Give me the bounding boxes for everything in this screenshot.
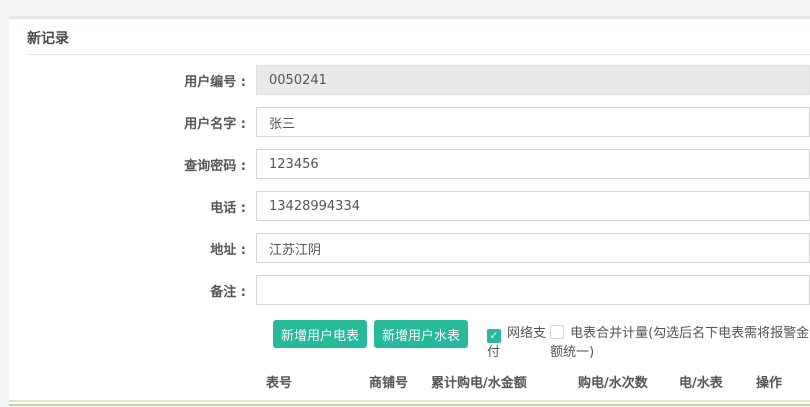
user-id-label: 用户编号 :	[9, 71, 246, 90]
user-name-field-wrap	[256, 107, 810, 137]
action-row: 新增用户电表 新增用户水表 ✓网络支付 电表合并计量(勾选后名下电表需将报警金额…	[273, 320, 810, 362]
remark-field-wrap	[256, 275, 810, 305]
user-name-field[interactable]	[256, 107, 810, 137]
phone-label: 电话 :	[9, 197, 246, 216]
query-password-label: 查询密码 :	[9, 155, 246, 174]
column-header-shop-no: 商铺号	[369, 374, 431, 393]
add-water-meter-button[interactable]: 新增用户水表	[374, 320, 468, 348]
form-row-phone: 电话 :	[9, 185, 810, 227]
form-row-user-id: 用户编号 :	[9, 59, 810, 101]
add-electric-meter-button[interactable]: 新增用户电表	[273, 320, 367, 348]
user-form: 用户编号 : 用户名字 : 查询密码 : 电话 : 地址 :	[9, 55, 810, 311]
user-id-field-wrap	[256, 65, 810, 95]
form-row-address: 地址 :	[9, 227, 810, 269]
remark-label: 备注 :	[9, 281, 246, 300]
form-row-remark: 备注 :	[9, 269, 810, 311]
form-row-query-password: 查询密码 :	[9, 143, 810, 185]
column-header-meter-type: 电/水表	[679, 374, 756, 393]
new-record-panel: 新记录 用户编号 : 用户名字 : 查询密码 : 电话 :	[9, 16, 810, 407]
phone-field-wrap	[256, 191, 810, 221]
address-field[interactable]	[256, 233, 810, 263]
address-label: 地址 :	[9, 239, 246, 258]
meter-table-header: 表号 商铺号 累计购电/水金额 购电/水次数 电/水表 操作	[262, 374, 810, 401]
merge-meter-label: 电表合并计量(勾选后名下电表需将报警金额统一)	[550, 326, 809, 360]
column-header-purchase-count: 购电/水次数	[578, 374, 679, 393]
address-field-wrap	[256, 233, 810, 263]
network-payment-checkbox-group[interactable]: ✓网络支付	[487, 324, 546, 362]
user-id-field[interactable]	[256, 65, 810, 95]
query-password-field-wrap	[256, 149, 810, 179]
phone-field[interactable]	[256, 191, 810, 221]
checkbox-unchecked-icon[interactable]	[550, 325, 564, 339]
column-header-meter-no: 表号	[266, 374, 369, 393]
checkbox-checked-icon[interactable]: ✓	[487, 329, 501, 343]
query-password-field[interactable]	[256, 149, 810, 179]
remark-field[interactable]	[256, 275, 810, 305]
form-row-user-name: 用户名字 :	[9, 101, 810, 143]
column-header-operation: 操作	[756, 374, 806, 393]
page-title: 新记录	[9, 19, 810, 54]
bottom-green-divider	[9, 400, 810, 406]
user-name-label: 用户名字 :	[9, 113, 246, 132]
merge-meter-checkbox-group[interactable]: 电表合并计量(勾选后名下电表需将报警金额统一)	[550, 324, 810, 362]
column-header-total-amount: 累计购电/水金额	[431, 374, 578, 393]
